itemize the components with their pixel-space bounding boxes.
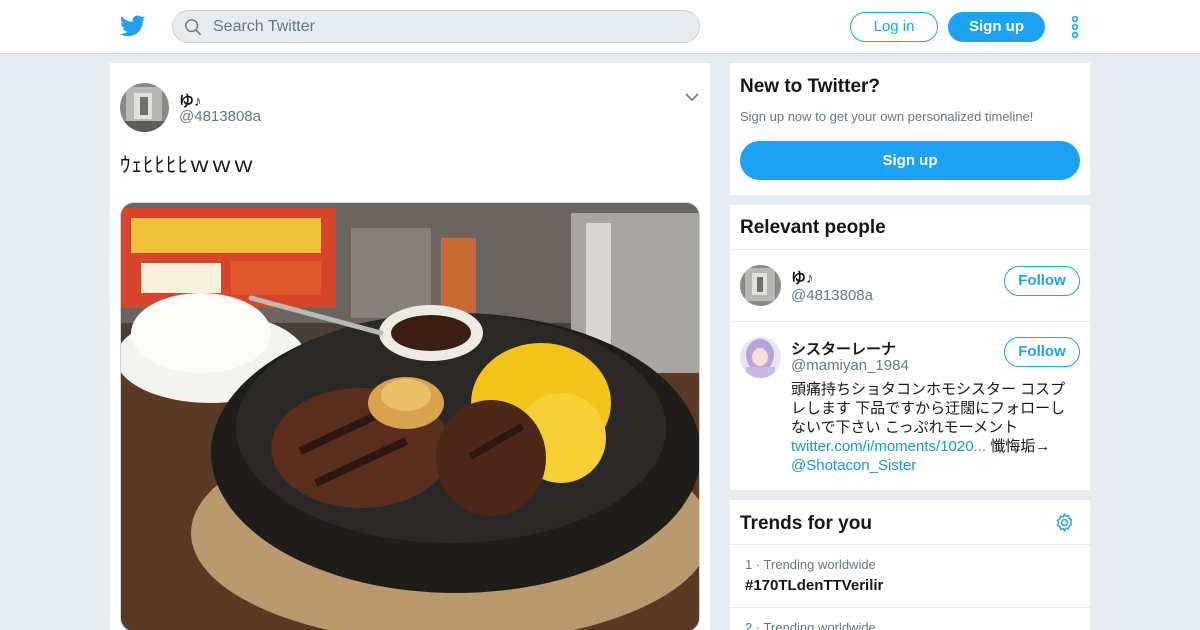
top-bar: Log in Sign up <box>0 0 1200 54</box>
avatar-image <box>120 83 169 132</box>
follow-button[interactable]: Follow <box>1004 266 1080 296</box>
bio-mention[interactable]: @Shotacon_Sister <box>791 457 916 474</box>
follow-button[interactable]: Follow <box>1004 337 1080 367</box>
tweet-photo[interactable] <box>120 202 700 630</box>
tweet-text: ｳｪﾋﾋﾋﾋｗｗｗ <box>120 154 255 177</box>
panel-title: Trends for you <box>740 513 872 534</box>
person-handle[interactable]: @mamiyan_1984 <box>791 357 909 374</box>
new-to-twitter-panel: New to Twitter? Sign up now to get your … <box>730 63 1090 195</box>
bio-link[interactable]: twitter.com/i/moments/1020... <box>791 438 986 455</box>
panel-subtitle: Sign up now to get your own personalized… <box>740 109 1034 124</box>
search-box[interactable] <box>172 10 700 43</box>
avatar[interactable] <box>740 337 781 378</box>
login-button[interactable]: Log in <box>850 12 938 42</box>
twitter-bird-icon[interactable] <box>120 13 146 39</box>
chevron-down-icon[interactable] <box>684 90 700 104</box>
trend-meta: 1 · Trending worldwide <box>745 557 876 572</box>
bio-text-after: 懺悔垢→ <box>986 438 1051 455</box>
bio-text: 頭痛持ちショタコンホモシスター コスプレします 下品ですから迂闊にフォローしない… <box>791 381 1066 436</box>
panel-title: New to Twitter? <box>740 76 881 97</box>
divider <box>730 249 1090 250</box>
divider <box>730 321 1090 322</box>
avatar-image <box>740 337 781 378</box>
trend-meta: 2 · Trending worldwide <box>745 620 876 630</box>
trend-name[interactable]: #170TLdenTTVerilir <box>745 577 883 594</box>
gear-icon[interactable] <box>1054 512 1075 533</box>
person-handle[interactable]: @4813808a <box>791 287 873 304</box>
avatar-image <box>740 265 781 306</box>
person-name[interactable]: シスターレーナ <box>791 338 896 359</box>
relevant-people-panel: Relevant people ゆ♪ @4813808a Follow シスター… <box>730 205 1090 490</box>
signup-button[interactable]: Sign up <box>948 12 1045 42</box>
search-icon <box>185 19 201 35</box>
sidebar-signup-button[interactable]: Sign up <box>740 141 1080 180</box>
more-vertical-icon[interactable] <box>1068 15 1082 39</box>
divider <box>730 544 1090 545</box>
avatar[interactable] <box>120 83 169 132</box>
author-handle[interactable]: @4813808a <box>179 108 261 125</box>
avatar[interactable] <box>740 265 781 306</box>
person-bio: 頭痛持ちショタコンホモシスター コスプレします 下品ですから迂闊にフォローしない… <box>791 380 1071 475</box>
search-input[interactable] <box>213 17 683 37</box>
panel-title: Relevant people <box>740 217 886 238</box>
person-name[interactable]: ゆ♪ <box>791 267 814 288</box>
steak-photo-image <box>121 203 699 630</box>
trends-panel: Trends for you 1 · Trending worldwide #1… <box>730 500 1090 630</box>
divider <box>730 607 1090 608</box>
tweet-card: ゆ♪ @4813808a ｳｪﾋﾋﾋﾋｗｗｗ <box>110 63 710 630</box>
